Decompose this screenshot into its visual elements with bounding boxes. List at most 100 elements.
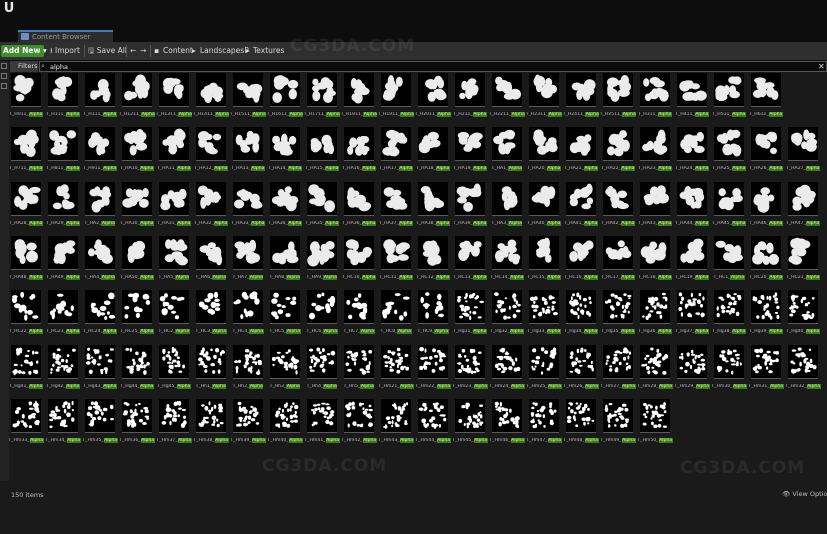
asset-name: T_Hg34_Alpha (562, 329, 600, 335)
alpha-mask-image (309, 292, 336, 320)
asset-name: T_Hm28_Alpha (636, 384, 674, 390)
texture-thumbnail (603, 127, 633, 161)
texture-thumbnail (788, 236, 818, 270)
search-match-highlight: Alpha (362, 438, 377, 443)
alpha-mask-image (569, 134, 592, 156)
asset-name: T_Hg44_Alpha (118, 384, 156, 390)
alpha-mask-image (198, 347, 225, 374)
asset-name-prefix: T_Hg35_ (601, 329, 621, 334)
asset-name: T_HA34_Alpha (266, 221, 304, 227)
asset-name-prefix: T_HA48_ (9, 275, 29, 280)
alpha-mask-image (350, 78, 370, 104)
alpha-mask-image (234, 188, 263, 209)
texture-thumbnail (751, 127, 781, 161)
alpha-mask-image (124, 74, 150, 101)
texture-thumbnail (603, 73, 633, 107)
asset-name: T_HC7_Alpha (340, 329, 378, 335)
search-match-highlight: Alpha (805, 275, 820, 280)
asset-name-prefix: T_H211_ (453, 112, 473, 117)
search-match-highlight: Alpha (360, 384, 375, 389)
alpha-mask-image (383, 402, 409, 429)
view-options-button[interactable]: 👁 View Options ▾ (782, 490, 827, 498)
asset-name-prefix: T_H2011_ (414, 112, 438, 117)
asset-name: T_HA17_Alpha (377, 166, 415, 172)
asset-name: T_HA20_Alpha (525, 166, 563, 172)
texture-thumbnail (677, 127, 707, 161)
alpha-mask-image (458, 402, 484, 429)
texture-thumbnail (48, 290, 78, 324)
alpha-mask-image (718, 188, 743, 211)
asset-name-prefix: T_Hh2_ (232, 384, 250, 389)
search-match-highlight: Alpha (252, 112, 267, 117)
texture-thumbnail (677, 182, 707, 216)
asset-name: T_H811_Alpha (44, 166, 82, 172)
asset-name: T_Hh1_Alpha (192, 384, 230, 390)
asset-name: T_Hm32_Alpha (784, 384, 822, 390)
texture-thumbnail (714, 345, 744, 379)
asset-name: T_H511_Alpha (710, 112, 748, 118)
search-match-highlight: Alpha (768, 112, 783, 117)
texture-thumbnail (196, 127, 226, 161)
search-match-highlight: Alpha (435, 221, 450, 226)
asset-name: T_H1611_Alpha (266, 112, 304, 118)
asset-name-prefix: T_Hg39_ (749, 329, 769, 334)
alpha-mask-image (310, 134, 335, 155)
texture-thumbnail (270, 399, 300, 433)
alpha-mask-image (420, 292, 445, 319)
asset-name: T_HA12_Alpha (192, 166, 230, 172)
asset-name-prefix: T_H711_ (9, 166, 29, 171)
texture-thumbnail (270, 73, 300, 107)
alpha-mask-image (308, 184, 335, 213)
search-match-highlight: Alpha (28, 166, 43, 171)
texture-thumbnail (714, 236, 744, 270)
search-match-highlight: Alpha (175, 329, 190, 334)
search-match-highlight: Alpha (620, 329, 635, 334)
asset-name: T_HC24_Alpha (81, 329, 119, 335)
search-match-highlight: Alpha (289, 112, 304, 117)
texture-thumbnail (122, 182, 152, 216)
asset-name-prefix: T_Hm25_ (526, 384, 548, 389)
alpha-mask-image (49, 293, 74, 320)
asset-name: T_Hm34_Alpha (44, 438, 82, 444)
asset-name-prefix: T_Hh5_ (343, 384, 361, 389)
asset-name: T_HA28_Alpha (7, 221, 45, 227)
search-match-highlight: Alpha (730, 275, 745, 280)
alpha-mask-image (122, 188, 149, 208)
texture-thumbnail (418, 73, 448, 107)
asset-name-prefix: T_Hm22_ (415, 384, 437, 389)
alpha-mask-image (347, 135, 370, 156)
asset-name-prefix: T_Hm50_ (637, 438, 659, 443)
asset-name-prefix: T_HA39_ (453, 221, 473, 226)
texture-thumbnail (751, 290, 781, 324)
asset-name: T_H1211_Alpha (118, 112, 156, 118)
texture-thumbnail (344, 290, 374, 324)
asset-name: T_HA1_Alpha (488, 166, 526, 172)
texture-thumbnail (85, 127, 115, 161)
search-match-highlight: Alpha (176, 384, 191, 389)
alpha-mask-image (271, 186, 299, 212)
texture-thumbnail (677, 73, 707, 107)
asset-name: T_Hg38_Alpha (710, 329, 748, 335)
asset-name: T_Hm35_Alpha (81, 438, 119, 444)
asset-name-prefix: T_HA46_ (749, 221, 769, 226)
search-match-highlight: Alpha (435, 166, 450, 171)
search-match-highlight: Alpha (214, 438, 229, 443)
search-match-highlight: Alpha (768, 275, 783, 280)
asset-name-prefix: T_HC25_ (120, 329, 140, 334)
asset-name: T_HA33_Alpha (229, 221, 267, 227)
asset-name: T_HA9_Alpha (303, 275, 341, 281)
asset-name: T_Hg31_Alpha (451, 329, 489, 335)
asset-name-prefix: T_HC17_ (601, 275, 621, 280)
asset-name-prefix: T_Hg38_ (712, 329, 732, 334)
texture-thumbnail (122, 345, 152, 379)
asset-name-prefix: T_HA36_ (342, 221, 362, 226)
asset-name-prefix: T_HA6_ (195, 275, 213, 280)
asset-name-prefix: T_HA43_ (638, 221, 658, 226)
asset-name: T_HA10_Alpha (118, 166, 156, 172)
texture-thumbnail (196, 73, 226, 107)
texture-thumbnail (270, 127, 300, 161)
alpha-mask-image (49, 130, 77, 156)
alpha-mask-image (345, 239, 373, 266)
asset-name: T_HA2_Alpha (81, 221, 119, 227)
alpha-mask-image (311, 402, 335, 427)
